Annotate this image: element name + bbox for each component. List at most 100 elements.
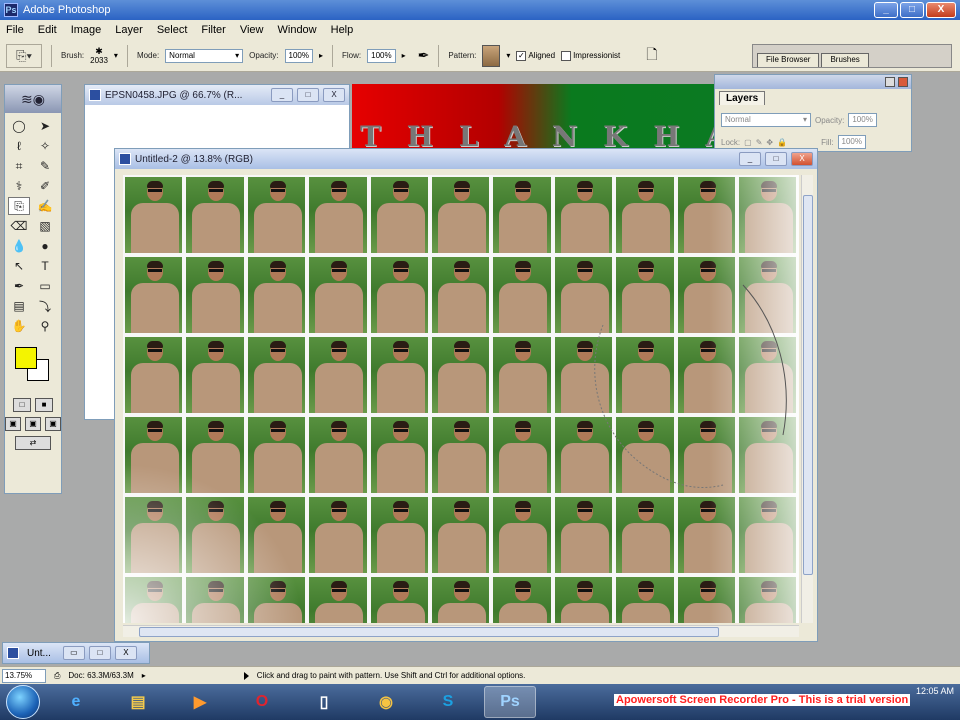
status-info-icon[interactable]: ⎙ (54, 671, 60, 681)
skype-icon[interactable]: S (422, 686, 474, 718)
background-document-titlebar[interactable]: EPSN0458.JPG @ 66.7% (R... _ □ X (85, 85, 349, 105)
path-selection-tool-icon[interactable]: ↖ (8, 257, 30, 275)
close-button[interactable]: X (926, 2, 956, 18)
photoshop-taskbar-icon[interactable]: Ps (484, 686, 536, 718)
eraser-tool-icon[interactable]: ⌫ (8, 217, 30, 235)
palette-close-button[interactable] (898, 77, 908, 87)
tab-brushes[interactable]: Brushes (821, 53, 869, 67)
pattern-stamp-tool-preset-icon[interactable]: ⎘▾ (6, 43, 42, 68)
brush-tool-icon[interactable]: ✐ (34, 177, 56, 195)
marquee-tool-icon[interactable]: ◯ (8, 117, 30, 135)
toolbox-header-feather-icon[interactable]: ≋◉ (5, 85, 61, 113)
zoom-level-input[interactable]: 13.75% (2, 668, 46, 683)
doc-maximize-button[interactable]: □ (765, 152, 787, 166)
menu-select[interactable]: Select (157, 24, 188, 36)
full-screen-mode-icon[interactable]: ▣ (45, 417, 61, 431)
standard-screen-mode-icon[interactable]: ▣ (5, 417, 21, 431)
vertical-scrollbar[interactable] (801, 175, 813, 623)
doc-close-button[interactable]: X (114, 646, 137, 660)
standard-mode-icon[interactable]: □ (13, 398, 31, 412)
document-canvas[interactable] (123, 175, 799, 623)
dodge-tool-icon[interactable]: ● (34, 237, 56, 255)
flow-input[interactable]: 100% (367, 48, 396, 63)
restore-button[interactable]: □ (900, 2, 924, 18)
menu-view[interactable]: View (240, 24, 264, 36)
doc-minimize-button[interactable]: _ (739, 152, 761, 166)
file-explorer-icon[interactable]: ▤ (112, 686, 164, 718)
system-clock[interactable]: 12:05 AM (916, 686, 954, 696)
minimized-document[interactable]: Unt... ▭ □ X (2, 642, 150, 664)
doc-close-button[interactable]: X (323, 88, 345, 102)
vertical-scroll-thumb[interactable] (803, 195, 813, 575)
blur-tool-icon[interactable]: 💧 (8, 237, 30, 255)
pattern-swatch[interactable] (482, 44, 501, 67)
slice-tool-icon[interactable]: ✎ (34, 157, 56, 175)
chrome-browser-icon[interactable]: ◉ (360, 686, 412, 718)
minimize-button[interactable]: _ (874, 2, 898, 18)
opacity-arrow-icon[interactable]: ▸ (319, 51, 323, 60)
gradient-tool-icon[interactable]: ▧ (34, 217, 56, 235)
menu-help[interactable]: Help (331, 24, 354, 36)
crop-tool-icon[interactable]: ⌗ (8, 157, 30, 175)
document-icon[interactable]: 🗋 (646, 44, 657, 68)
document-viewer-icon[interactable]: ▯ (298, 686, 350, 718)
eyedropper-tool-icon[interactable]: ⤵ (34, 297, 56, 315)
airbrush-icon[interactable]: ✒ (418, 47, 430, 64)
active-document-titlebar[interactable]: Untitled-2 @ 13.8% (RGB) _ □ X (115, 149, 817, 169)
layer-opacity-input[interactable]: 100% (848, 113, 877, 127)
jump-to-imageready-icon[interactable]: ⇄ (15, 436, 51, 450)
doc-restore-button[interactable]: ▭ (62, 646, 85, 660)
doc-minimize-button[interactable]: _ (271, 88, 293, 102)
lock-all-icon[interactable]: 🔒 (777, 138, 787, 147)
horizontal-scroll-thumb[interactable] (139, 627, 719, 637)
start-button[interactable] (6, 685, 40, 719)
history-brush-tool-icon[interactable]: ✍ (34, 197, 56, 215)
menu-filter[interactable]: Filter (201, 24, 225, 36)
pattern-stamp-tool-icon[interactable]: ⎘ (8, 197, 30, 215)
opera-browser-icon[interactable]: O (236, 686, 288, 718)
foreground-color-swatch[interactable] (15, 347, 37, 369)
tab-layers[interactable]: Layers (719, 91, 766, 105)
magic-wand-tool-icon[interactable]: ✧ (34, 137, 56, 155)
shape-tool-icon[interactable]: ▭ (34, 277, 56, 295)
internet-explorer-icon[interactable]: e (50, 686, 102, 718)
layers-palette-titlebar[interactable] (715, 75, 911, 89)
doc-close-button[interactable]: X (791, 152, 813, 166)
lock-transparency-icon[interactable]: ▢ (744, 138, 752, 147)
hand-tool-icon[interactable]: ✋ (8, 317, 30, 335)
flow-arrow-icon[interactable]: ▸ (402, 51, 406, 60)
impressionist-checkbox[interactable]: Impressionist (561, 50, 620, 61)
doc-maximize-button[interactable]: □ (88, 646, 111, 660)
notes-tool-icon[interactable]: ▤ (8, 297, 30, 315)
menu-file[interactable]: File (6, 24, 24, 36)
menu-edit[interactable]: Edit (38, 24, 57, 36)
fill-input[interactable]: 100% (837, 135, 866, 149)
brush-dropdown-icon[interactable]: ▾ (114, 51, 118, 60)
layer-blend-mode-select[interactable]: Normal ▾ (721, 113, 811, 127)
full-screen-menu-mode-icon[interactable]: ▣ (25, 417, 41, 431)
status-menu-arrow-icon[interactable]: ▸ (142, 671, 146, 680)
palette-minimize-button[interactable] (885, 77, 895, 87)
zoom-tool-icon[interactable]: ⚲ (34, 317, 56, 335)
media-player-icon[interactable]: ▶ (174, 686, 226, 718)
doc-maximize-button[interactable]: □ (297, 88, 319, 102)
brush-picker[interactable]: ✱ 2033 (90, 46, 108, 65)
horizontal-scrollbar[interactable] (123, 625, 799, 637)
pattern-dropdown-icon[interactable]: ▾ (506, 51, 510, 60)
mode-select[interactable]: Normal ▾ (165, 48, 244, 63)
quick-mask-mode-icon[interactable]: ■ (35, 398, 53, 412)
pen-tool-icon[interactable]: ✒ (8, 277, 30, 295)
move-tool-icon[interactable]: ➤ (34, 117, 56, 135)
opacity-input[interactable]: 100% (284, 48, 313, 63)
menu-layer[interactable]: Layer (115, 24, 143, 36)
active-document-window[interactable]: Untitled-2 @ 13.8% (RGB) _ □ X (114, 148, 818, 642)
aligned-checkbox[interactable]: ✓ Aligned (516, 50, 555, 61)
healing-brush-tool-icon[interactable]: ⚕ (8, 177, 30, 195)
menu-window[interactable]: Window (278, 24, 317, 36)
tab-file-browser[interactable]: File Browser (757, 53, 820, 67)
type-tool-icon[interactable]: T (34, 257, 56, 275)
menu-image[interactable]: Image (71, 24, 102, 36)
lock-position-icon[interactable]: ✥ (766, 138, 773, 147)
lasso-tool-icon[interactable]: ℓ (8, 137, 30, 155)
lock-image-icon[interactable]: ✎ (756, 138, 763, 147)
